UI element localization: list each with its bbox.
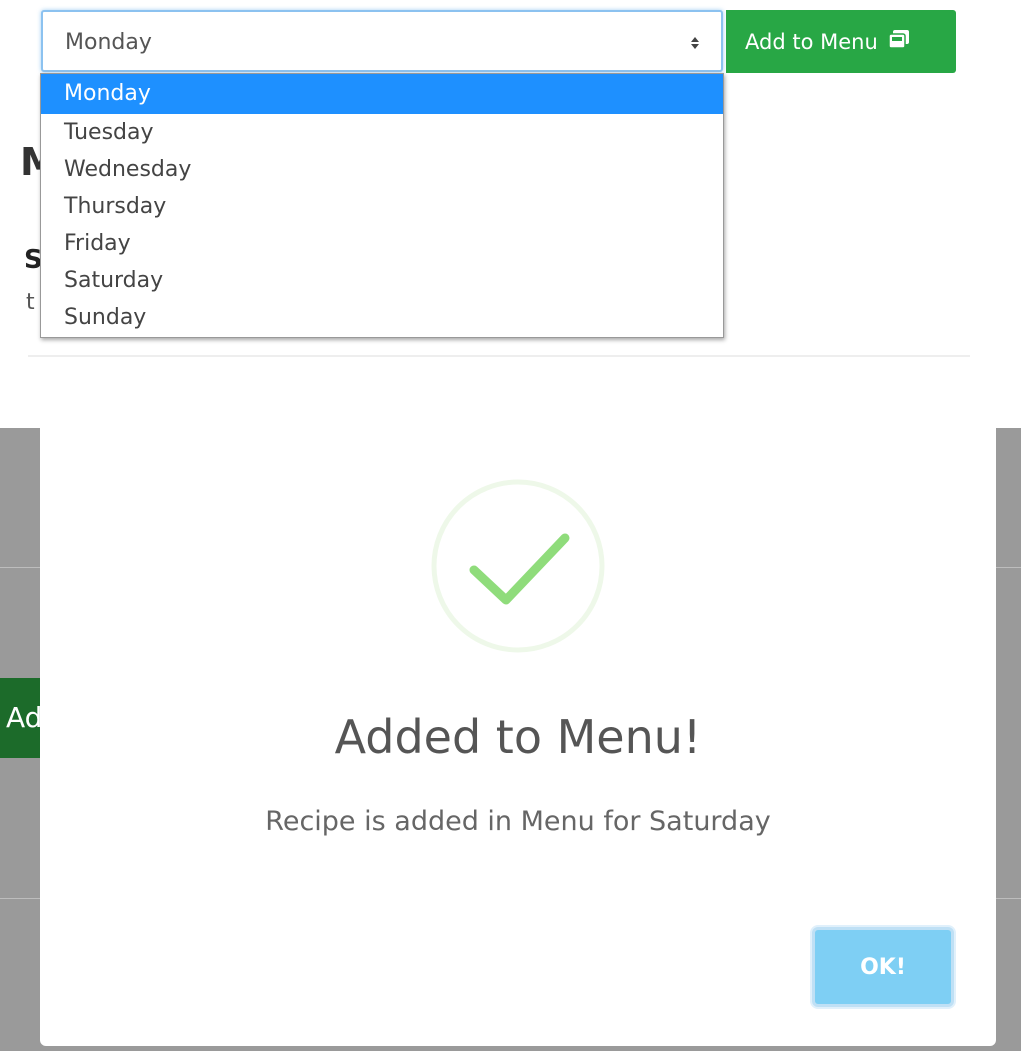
day-option-tuesday[interactable]: Tuesday — [41, 114, 723, 151]
success-check-icon — [430, 478, 606, 654]
day-option-saturday[interactable]: Saturday — [41, 262, 723, 299]
add-to-menu-button[interactable]: Add to Menu — [726, 10, 956, 73]
background-add-button: Add — [0, 678, 42, 758]
screenshot-stage: M S t Monday Add to Menu Monday Tuesday … — [0, 0, 1021, 1051]
day-select-value: Monday — [65, 30, 152, 55]
day-option-friday[interactable]: Friday — [41, 225, 723, 262]
dialog-message: Recipe is added in Menu for Saturday — [265, 806, 771, 837]
save-icon — [888, 29, 910, 54]
day-option-monday[interactable]: Monday — [41, 74, 723, 114]
day-select[interactable]: Monday — [41, 10, 723, 72]
day-option-wednesday[interactable]: Wednesday — [41, 151, 723, 188]
day-select-dropdown: Monday Tuesday Wednesday Thursday Friday… — [40, 73, 724, 338]
success-dialog: Added to Menu! Recipe is added in Menu f… — [40, 428, 996, 1046]
ok-button[interactable]: OK! — [812, 927, 954, 1007]
dialog-title: Added to Menu! — [334, 710, 702, 764]
day-option-sunday[interactable]: Sunday — [41, 299, 723, 336]
select-updown-icon — [691, 37, 699, 49]
menu-day-picker-panel: M S t Monday Add to Menu Monday Tuesday … — [0, 0, 1021, 390]
divider — [28, 355, 970, 357]
day-option-thursday[interactable]: Thursday — [41, 188, 723, 225]
section-text-fragment: t — [26, 290, 35, 315]
modal-overlay: Add Added to Menu! Recipe is added in Me… — [0, 428, 1021, 1051]
add-to-menu-label: Add to Menu — [745, 29, 878, 54]
